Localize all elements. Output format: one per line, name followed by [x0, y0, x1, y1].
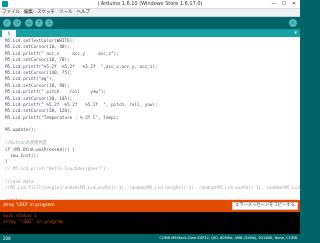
line-number: 208: [3, 236, 11, 241]
menu-bar: ファイル 編集 スケッチ ツール ヘルプ: [0, 9, 300, 17]
code-text[interactable]: M5.Lcd.setTextColor(WHITE); M5.Lcd.setCur…: [5, 39, 300, 200]
open-icon[interactable]: ↑: [35, 19, 43, 27]
magnifier-icon[interactable]: ⌕: [289, 19, 297, 27]
menu-file[interactable]: ファイル: [2, 9, 20, 17]
close-button[interactable]: ✕: [289, 0, 299, 9]
menu-help[interactable]: ヘルプ: [77, 9, 91, 17]
arrow-right-icon[interactable]: →: [13, 19, 21, 27]
menu-tools[interactable]: ツール: [59, 9, 73, 17]
new-file-icon[interactable]: ▫: [25, 19, 33, 27]
maximize-button[interactable]: ☐: [279, 0, 289, 9]
board-info: COM8 M5Stack-Core-ESP32, QIO, 80MHz, 4MB…: [159, 236, 297, 240]
code-editor[interactable]: M5.Lcd.setTextColor(WHITE); M5.Lcd.setCur…: [0, 37, 300, 200]
bottom-bar: 208 COM8 M5Stack-Core-ESP32, QIO, 80MHz,…: [0, 234, 300, 243]
console-line: stray '\302' in program: [3, 220, 63, 225]
status-bar: stray '\302' in program エラーメッセージをコピーする: [0, 200, 300, 212]
code-line[interactable]: //M5.Lcd.fillTriangle(random(M5.Lcd.widt…: [5, 186, 300, 192]
tab-sketch[interactable]: §: [2, 30, 16, 37]
minimize-button[interactable]: —: [269, 0, 279, 9]
copy-error-button[interactable]: エラーメッセージをコピーする: [232, 202, 298, 210]
chevron-down-icon[interactable]: ▾: [294, 30, 297, 37]
save-icon[interactable]: ↓: [45, 19, 53, 27]
console-output[interactable]: exit status 1 stray '\302' in program: [0, 212, 300, 234]
window-title: | Arduino 1.6.10 (Windows Store 1.6.17.0…: [97, 1, 203, 7]
menu-edit[interactable]: 編集: [24, 9, 33, 17]
tab-bar: § ▾: [0, 29, 300, 37]
toolbar: ✓ → ▫ ↑ ↓ ⌕: [0, 17, 300, 29]
menu-sketch[interactable]: スケッチ: [37, 9, 55, 17]
error-message: stray '\302' in program: [3, 203, 55, 208]
check-icon[interactable]: ✓: [3, 19, 11, 27]
